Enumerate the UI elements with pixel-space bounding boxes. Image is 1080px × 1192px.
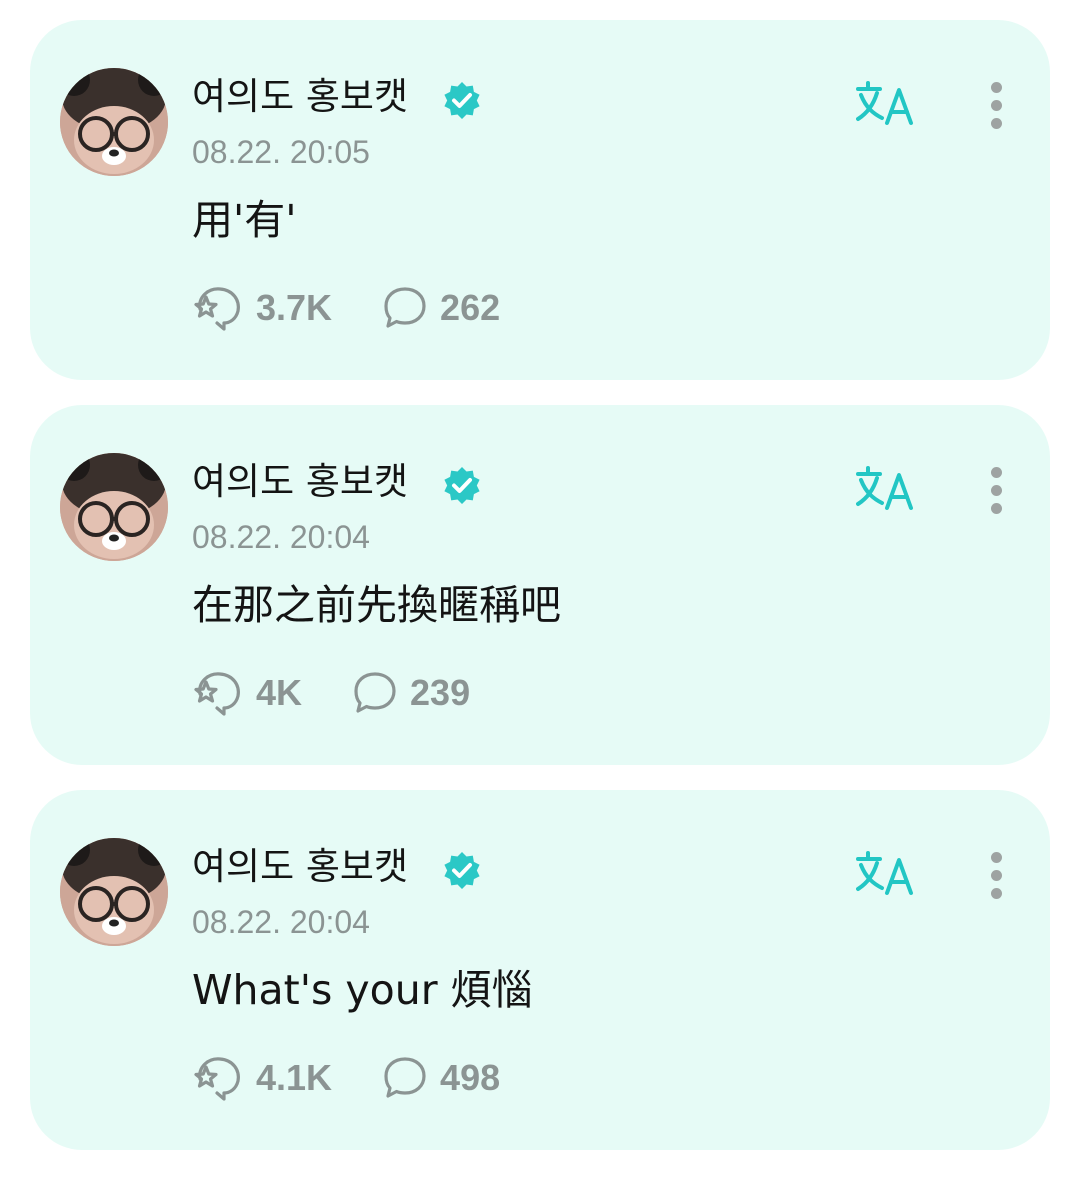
like-button[interactable]: 3.7K <box>192 285 332 331</box>
like-icon <box>194 672 240 716</box>
avatar-image <box>60 68 168 176</box>
post-card[interactable]: 여의도 홍보캣 08.22. 20:05 用'有' 3.7K 262 <box>30 20 1050 380</box>
avatar[interactable] <box>60 838 168 946</box>
verified-badge-icon <box>444 852 480 889</box>
comment-count: 239 <box>410 672 471 713</box>
post-stats: 4.1K 498 <box>192 1052 500 1104</box>
like-button[interactable]: 4.1K <box>192 1055 332 1101</box>
post-stats: 4K 239 <box>192 667 470 719</box>
comment-count: 262 <box>440 287 501 328</box>
comment-button[interactable]: 239 <box>352 670 470 716</box>
author-name[interactable]: 여의도 홍보캣 <box>192 459 408 505</box>
like-icon <box>194 287 240 331</box>
post-card[interactable]: 여의도 홍보캣 08.22. 20:04 What's your 煩惱 4.1K… <box>30 790 1050 1150</box>
comment-icon <box>384 287 426 328</box>
post-stats: 3.7K 262 <box>192 282 500 334</box>
more-options-button[interactable] <box>980 78 1014 134</box>
translate-button[interactable] <box>856 78 922 128</box>
verified-badge-icon <box>444 82 480 119</box>
author-name[interactable]: 여의도 홍보캣 <box>192 74 408 120</box>
post-feed: 여의도 홍보캣 08.22. 20:05 用'有' 3.7K 262 여의도 홍… <box>0 0 1080 1192</box>
post-text: 用'有' <box>192 196 297 244</box>
translate-button[interactable] <box>856 848 922 898</box>
like-icon <box>194 1057 240 1101</box>
translate-icon <box>856 851 913 895</box>
avatar[interactable] <box>60 68 168 176</box>
author-name[interactable]: 여의도 홍보캣 <box>192 844 408 890</box>
like-count: 3.7K <box>256 287 333 328</box>
like-button[interactable]: 4K <box>192 670 302 716</box>
like-count: 4K <box>256 672 303 713</box>
post-timestamp: 08.22. 20:05 <box>192 134 370 170</box>
comment-icon <box>354 672 396 713</box>
post-text: 在那之前先換暱稱吧 <box>192 581 561 629</box>
comment-icon <box>384 1057 426 1098</box>
post-text: What's your 煩惱 <box>192 966 533 1014</box>
translate-icon <box>856 466 913 510</box>
avatar-image <box>60 453 168 561</box>
comment-count: 498 <box>440 1057 501 1098</box>
verified-badge-icon <box>444 467 480 504</box>
avatar[interactable] <box>60 453 168 561</box>
more-options-button[interactable] <box>980 463 1014 519</box>
post-timestamp: 08.22. 20:04 <box>192 904 370 940</box>
post-timestamp: 08.22. 20:04 <box>192 519 370 555</box>
avatar-image <box>60 838 168 946</box>
post-card[interactable]: 여의도 홍보캣 08.22. 20:04 在那之前先換暱稱吧 4K 239 <box>30 405 1050 765</box>
more-options-button[interactable] <box>980 848 1014 904</box>
translate-icon <box>856 81 913 125</box>
comment-button[interactable]: 262 <box>382 285 500 331</box>
like-count: 4.1K <box>256 1057 333 1098</box>
comment-button[interactable]: 498 <box>382 1055 500 1101</box>
translate-button[interactable] <box>856 463 922 513</box>
